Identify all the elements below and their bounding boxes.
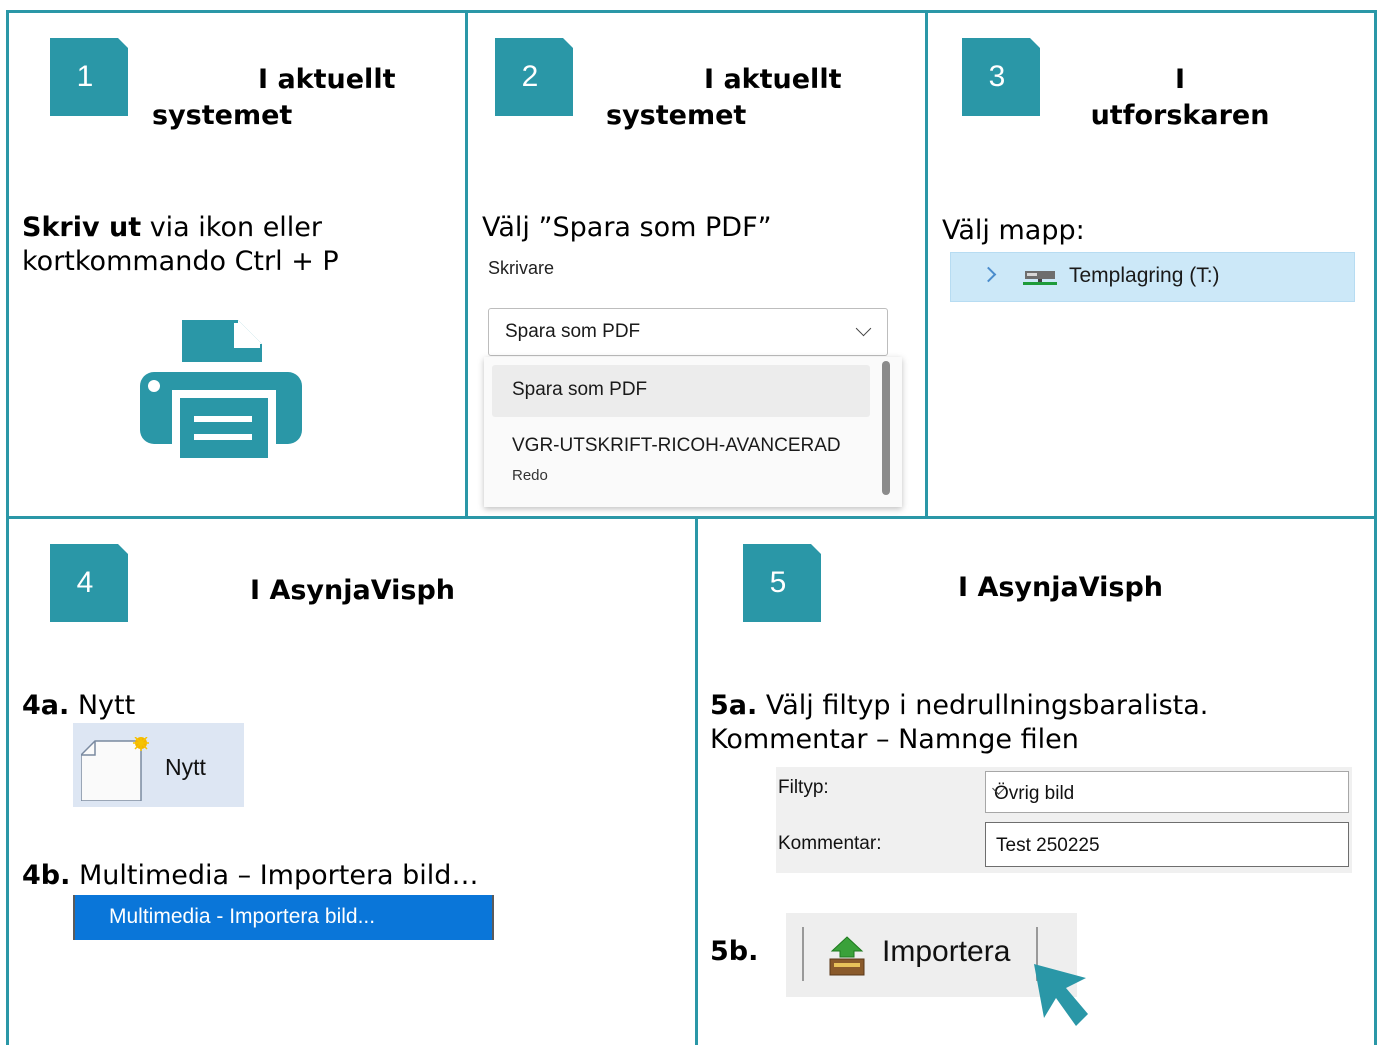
chevron-down-icon bbox=[855, 320, 872, 337]
step-badge-1: 1 bbox=[50, 38, 128, 116]
step-1-instruction: Skriv ut via ikon eller kortkommando Ctr… bbox=[22, 212, 339, 277]
toolbar-separator bbox=[802, 927, 804, 981]
printer-dropdown-list: Spara som PDF VGR-UTSKRIFT-RICOH-AVANCER… bbox=[484, 357, 902, 507]
divider-bottom bbox=[695, 516, 698, 1045]
kommentar-label: Kommentar: bbox=[778, 833, 882, 854]
step-4-heading: I AsynjaVisph bbox=[250, 575, 456, 606]
printer-option-ricoh[interactable]: VGR-UTSKRIFT-RICOH-AVANCERAD bbox=[512, 435, 841, 457]
cursor-arrow-icon bbox=[1034, 964, 1088, 1026]
filtyp-select[interactable]: Övrig bild bbox=[985, 771, 1349, 813]
step-4a-text: 4a. Nytt bbox=[22, 690, 136, 721]
step-5b-label: 5b. bbox=[710, 936, 759, 967]
printer-dropdown[interactable]: Spara som PDF bbox=[488, 308, 888, 356]
step-badge-4: 4 bbox=[50, 544, 128, 622]
import-icon bbox=[829, 936, 865, 976]
new-document-icon bbox=[81, 737, 149, 801]
step-4b-text: 4b. Multimedia – Importera bild… bbox=[22, 860, 479, 891]
menu-item-importera-bild[interactable]: Multimedia - Importera bild... bbox=[73, 895, 494, 940]
step-2-instruction: Välj ”Spara som PDF” bbox=[482, 212, 772, 243]
step-badge-5: 5 bbox=[743, 544, 821, 622]
divider-top-2 bbox=[925, 10, 928, 518]
printer-label: Skrivare bbox=[488, 258, 555, 278]
step-5-heading: I AsynjaVisph bbox=[958, 572, 1164, 603]
printer-option-pdf[interactable]: Spara som PDF bbox=[492, 365, 870, 417]
kommentar-input[interactable]: Test 250225 bbox=[985, 822, 1349, 867]
step-1-heading: I aktuellt systemet bbox=[152, 64, 396, 131]
skriv-ut-label: Skriv ut bbox=[22, 212, 142, 243]
step-2-heading: I aktuellt systemet bbox=[606, 64, 842, 131]
drive-label: Templagring (T:) bbox=[1069, 264, 1220, 287]
step-3-heading: I utforskaren bbox=[1090, 64, 1270, 131]
divider-middle bbox=[6, 516, 1377, 519]
file-form: Filtyp: Övrig bild Kommentar: Test 25022… bbox=[776, 767, 1352, 873]
printer-option-status: Redo bbox=[512, 467, 548, 484]
step-badge-3: 3 bbox=[962, 38, 1040, 116]
nytt-button[interactable]: Nytt bbox=[73, 723, 244, 807]
step-5a-text: 5a. Välj filtyp i nedrullningsbaralista.… bbox=[710, 690, 1209, 755]
dropdown-scrollbar[interactable] bbox=[882, 361, 890, 495]
printer-selected: Spara som PDF bbox=[505, 321, 641, 342]
printer-icon bbox=[140, 320, 302, 462]
filtyp-label: Filtyp: bbox=[778, 777, 829, 798]
explorer-drive-row[interactable]: Templagring (T:) bbox=[950, 252, 1355, 302]
network-drive-icon bbox=[1023, 271, 1057, 285]
chevron-right-icon[interactable] bbox=[980, 266, 997, 283]
step-badge-2: 2 bbox=[495, 38, 573, 116]
step-3-instruction: Välj mapp: bbox=[942, 215, 1085, 246]
